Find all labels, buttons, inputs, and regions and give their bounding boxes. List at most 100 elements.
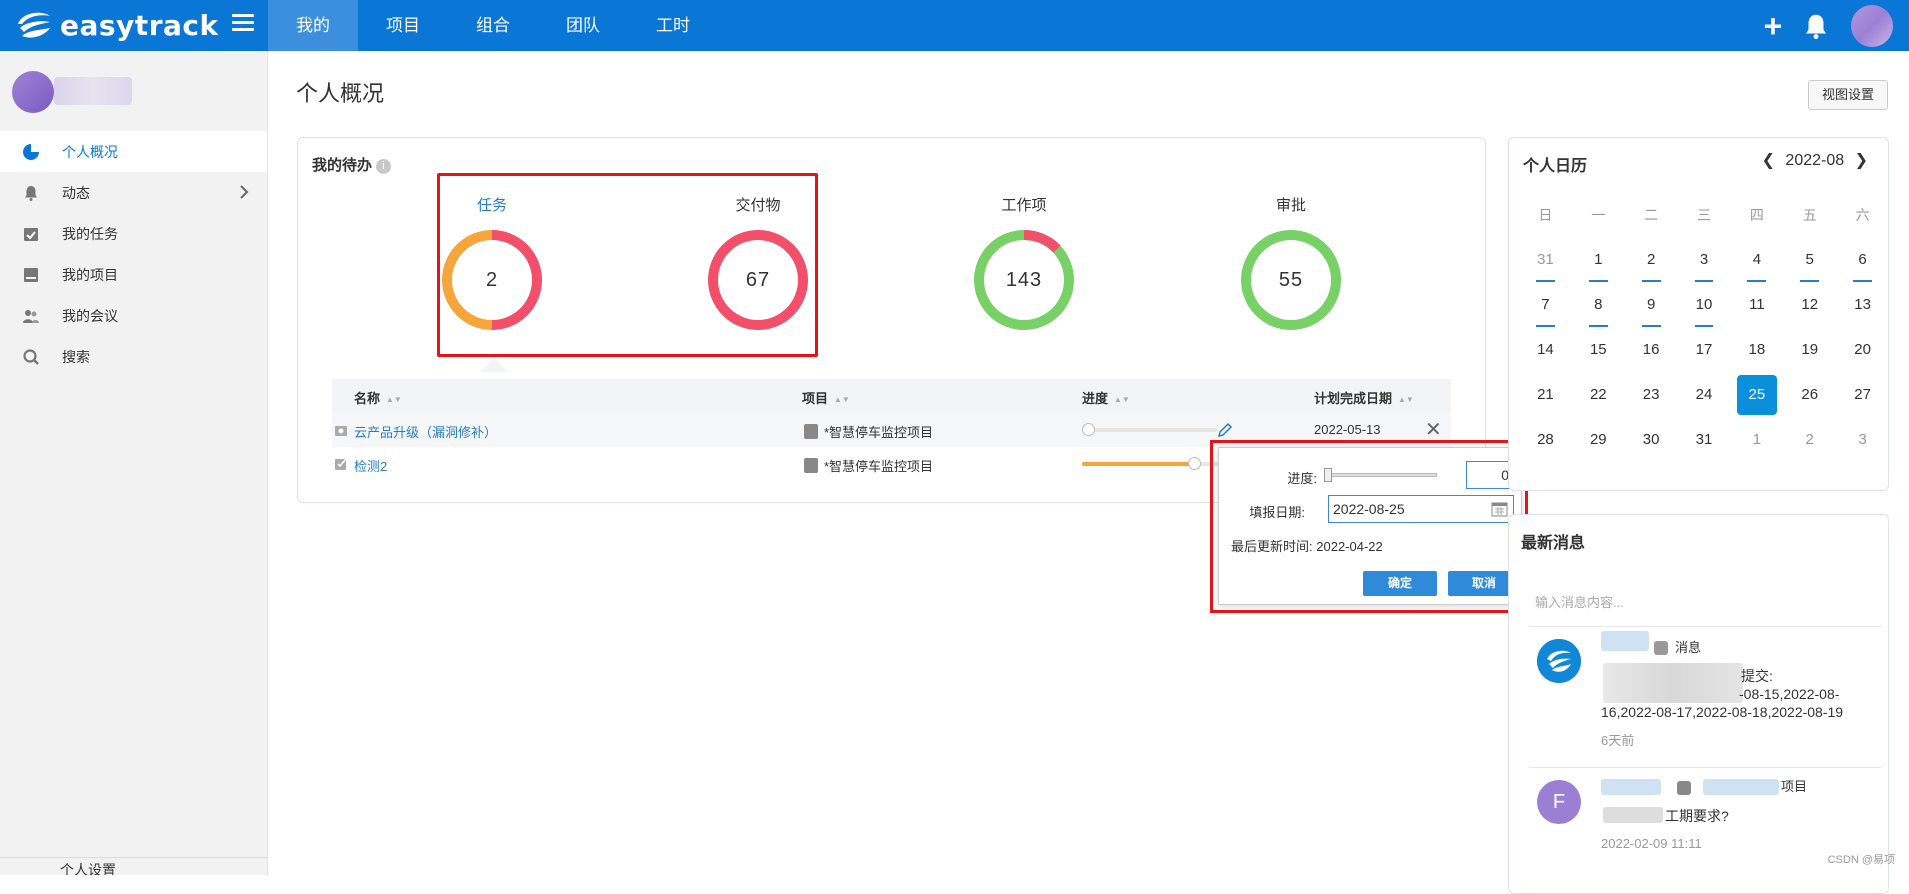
progress-slider-knob[interactable] (1082, 423, 1095, 436)
sidebar-settings[interactable]: 个人设置 (0, 857, 268, 875)
calendar-day[interactable]: 4 (1730, 243, 1783, 288)
task-name-link[interactable]: 云产品升级（漏洞修补） (354, 422, 497, 441)
calendar-day[interactable]: 11 (1730, 288, 1783, 333)
bell-icon (22, 184, 40, 202)
easytrack-avatar-icon (1537, 639, 1581, 683)
project-icon (804, 458, 818, 473)
calendar-day[interactable]: 28 (1519, 423, 1572, 468)
calendar-day[interactable]: 21 (1519, 378, 1572, 423)
nav-item-team[interactable]: 团队 (538, 0, 628, 51)
message-input[interactable]: 输入消息内容... (1535, 592, 1624, 611)
sidebar-item-my-tasks[interactable]: 我的任务 (0, 213, 267, 254)
calendar-day[interactable]: 8 (1572, 288, 1625, 333)
due-date-cell: 2022-05-13 (1314, 422, 1381, 437)
calendar-day[interactable]: 31 (1678, 423, 1731, 468)
calendar-day[interactable]: 26 (1783, 378, 1836, 423)
weekday-label: 二 (1625, 198, 1678, 243)
task-icon (334, 457, 348, 471)
calendar-day[interactable]: 12 (1783, 288, 1836, 333)
column-header-project[interactable]: 项目▲▼ (802, 388, 850, 407)
calendar-weekday-row: 日 一 二 三 四 五 六 (1519, 198, 1889, 243)
user-avatar[interactable] (1851, 5, 1893, 47)
calendar-day[interactable]: 29 (1572, 423, 1625, 468)
calendar-week: 28 29 30 31 1 2 3 (1519, 423, 1889, 468)
stat-approvals[interactable]: 审批 55 (1231, 194, 1351, 331)
calendar-day[interactable]: 30 (1625, 423, 1678, 468)
message-tag[interactable]: 消息 (1675, 639, 1701, 657)
calendar-day[interactable]: 10 (1678, 288, 1731, 333)
calendar-day[interactable]: 9 (1625, 288, 1678, 333)
message-tag[interactable]: 项目 (1781, 778, 1807, 796)
calendar-day[interactable]: 3 (1678, 243, 1731, 288)
view-settings-button[interactable]: 视图设置 (1808, 80, 1888, 110)
progress-slider[interactable] (1088, 428, 1218, 432)
messages-title: 最新消息 (1521, 529, 1585, 553)
calendar-day[interactable]: 24 (1678, 378, 1731, 423)
calendar-day[interactable]: 2 (1625, 243, 1678, 288)
next-month-icon[interactable]: ❯ (1855, 152, 1868, 169)
nav-item-timesheet[interactable]: 工时 (628, 0, 718, 51)
add-icon[interactable]: + (1753, 10, 1793, 42)
sidebar-item-label: 搜索 (62, 347, 90, 367)
message-time: 6天前 (1601, 730, 1634, 749)
calendar-day[interactable]: 17 (1678, 333, 1731, 378)
project-cell: *智慧停车监控项目 (804, 456, 933, 475)
nav-item-projects[interactable]: 项目 (358, 0, 448, 51)
calendar-day[interactable]: 23 (1625, 378, 1678, 423)
nav-item-mine[interactable]: 我的 (268, 0, 358, 51)
message-avatar[interactable]: F (1537, 780, 1581, 824)
sidebar-item-activity[interactable]: 动态 (0, 172, 267, 213)
calendar-day-selected[interactable]: 25 (1730, 378, 1783, 423)
stat-work-items[interactable]: 工作项 143 (964, 194, 1084, 331)
calendar-day[interactable]: 27 (1836, 378, 1889, 423)
calendar-day[interactable]: 1 (1572, 243, 1625, 288)
calendar-day[interactable]: 14 (1519, 333, 1572, 378)
sidebar-item-label: 我的项目 (62, 265, 118, 285)
blurred-text (1603, 807, 1663, 823)
calendar-day[interactable]: 20 (1836, 333, 1889, 378)
logo-text: easytrack (60, 9, 219, 42)
calendar-day[interactable]: 3 (1836, 423, 1889, 468)
message-avatar[interactable] (1537, 639, 1581, 683)
menu-toggle-icon[interactable] (232, 14, 254, 34)
calendar-day[interactable]: 2 (1783, 423, 1836, 468)
calendar-day[interactable]: 31 (1519, 243, 1572, 288)
nav-item-portfolio[interactable]: 组合 (448, 0, 538, 51)
ring-chart: 143 (973, 229, 1075, 331)
column-header-name[interactable]: 名称▲▼ (354, 388, 402, 407)
column-header-progress[interactable]: 进度▲▼ (1082, 388, 1130, 407)
task-name-link[interactable]: 检测2 (354, 456, 387, 475)
project-cell: *智慧停车监控项目 (804, 422, 933, 441)
sidebar-avatar[interactable] (12, 71, 54, 113)
sidebar-item-search[interactable]: 搜索 (0, 336, 267, 377)
info-icon[interactable]: i (376, 159, 391, 174)
ring-chart: 55 (1240, 229, 1342, 331)
calendar-check-icon (22, 225, 40, 243)
prev-month-icon[interactable]: ❮ (1762, 152, 1775, 169)
sidebar-item-my-projects[interactable]: 我的项目 (0, 254, 267, 295)
calendar-week: 14 15 16 17 18 19 20 (1519, 333, 1889, 378)
calendar-day[interactable]: 15 (1572, 333, 1625, 378)
sidebar-username-blurred (54, 77, 132, 105)
calendar-day[interactable]: 6 (1836, 243, 1889, 288)
calendar-day[interactable]: 7 (1519, 288, 1572, 333)
calendar-day[interactable]: 19 (1783, 333, 1836, 378)
calendar-day[interactable]: 5 (1783, 243, 1836, 288)
notification-bell-icon[interactable] (1801, 11, 1831, 41)
easytrack-logo[interactable]: easytrack (14, 6, 219, 44)
progress-slider-knob[interactable] (1188, 457, 1201, 470)
edit-pencil-icon[interactable] (1216, 421, 1234, 439)
weekday-label: 四 (1730, 198, 1783, 243)
close-icon[interactable]: ✕ (1425, 417, 1442, 442)
sidebar-item-my-meetings[interactable]: 我的会议 (0, 295, 267, 336)
sidebar-item-overview[interactable]: 个人概况 (0, 131, 267, 172)
project-icon (804, 424, 818, 439)
calendar-day[interactable]: 1 (1730, 423, 1783, 468)
calendar-day[interactable]: 22 (1572, 378, 1625, 423)
calendar-day[interactable]: 13 (1836, 288, 1889, 333)
camera-icon (334, 423, 348, 437)
todo-table-header: 名称▲▼ 项目▲▼ 进度▲▼ 计划完成日期▲▼ (332, 379, 1451, 413)
column-header-due-date[interactable]: 计划完成日期▲▼ (1314, 388, 1414, 407)
calendar-day[interactable]: 18 (1730, 333, 1783, 378)
calendar-day[interactable]: 16 (1625, 333, 1678, 378)
